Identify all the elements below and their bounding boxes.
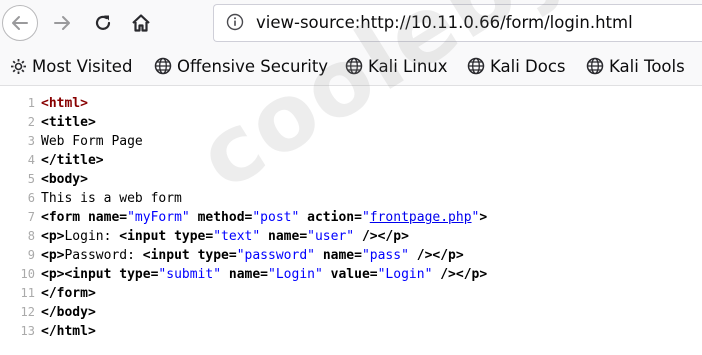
attr-value: "user" [307,229,355,244]
home-button[interactable] [123,5,159,41]
arrow-left-icon [12,16,28,30]
globe-icon [586,57,604,75]
attr-name: name= [87,210,128,225]
line-number: 8 [27,229,35,243]
attr-value: "Login" [268,267,323,282]
bookmark-label: Most Visited [32,56,133,76]
source-line: 13 </html> [0,322,96,341]
line-number: 9 [27,248,35,262]
bookmark-offensive-security[interactable]: Offensive Security [154,55,328,77]
url-text: view-source:http://10.11.0.66/form/login… [256,13,633,32]
form-open-tag: <form [41,210,81,225]
line-number: 13 [20,324,35,338]
source-line: 2 <title> [0,113,96,132]
bookmark-kali-linux[interactable]: Kali Linux [345,55,448,77]
attr-name: name= [268,229,308,244]
source-text: Login: [64,229,120,244]
bookmark-kali-docs[interactable]: Kali Docs [467,55,566,77]
attr-type: type= [174,229,214,244]
source-line: 10 <p><input type="submit" name="Login" v… [0,265,488,284]
source-line: 9 <p>Password: <input type="password" nam… [0,246,464,265]
home-icon [132,14,150,32]
tag-close: /></p> [440,267,488,282]
url-bar[interactable]: view-source:http://10.11.0.66/form/login… [213,4,702,42]
tag-close: /></p> [416,248,464,263]
attr-value: "myForm" [127,210,190,225]
source-line: 4 </title> [0,151,104,170]
bookmark-kali-tools[interactable]: Kali Tools [586,55,685,77]
gear-icon [11,58,26,74]
bookmark-label: Kali Linux [368,56,448,76]
line-number: 3 [27,134,35,148]
p-input-open-tag: <p><input [41,267,112,282]
source-line: 3 Web Form Page [0,132,143,151]
source-text: Password: [64,248,143,263]
line-number: 1 [27,96,35,110]
source-line: 8 <p>Login: <input type="text" name="user… [0,227,409,246]
attr-type: type= [119,267,159,282]
html-open-tag: <html> [41,96,88,111]
line-number: 2 [27,115,35,129]
line-number: 10 [20,267,35,281]
source-view: 1 <html> 2 <title> 3 Web Form Page 4 </title… [0,86,702,355]
line-number: 12 [20,305,35,319]
attr-value: "submit" [158,267,222,282]
info-icon[interactable] [226,13,244,31]
title-open-tag: <title> [41,115,96,130]
quote: " [361,210,370,225]
globe-icon [345,57,363,75]
globe-icon [467,57,485,75]
action-link[interactable]: frontpage.php [370,210,472,225]
tag-close: > [479,210,488,225]
line-number: 11 [20,286,35,300]
source-line: 1 <html> [0,94,88,113]
form-close-tag: </form> [41,286,96,301]
title-close-tag: </title> [41,153,104,168]
bookmark-label: Kali Docs [490,56,566,76]
body-open-tag: <body> [41,172,88,187]
p-open-tag: <p> [41,229,65,244]
attr-value: "pass" [361,248,409,263]
attr-value: "password" [236,248,315,263]
line-number: 5 [27,172,35,186]
attr-value: "text" [213,229,261,244]
source-text: This is a web form [41,191,182,206]
p-open-tag: <p> [41,248,65,263]
source-line: 6 This is a web form [0,189,182,208]
bookmark-label: Kali Tools [609,56,685,76]
attr-type: type= [197,248,237,263]
attr-name: name= [322,248,362,263]
globe-icon [154,57,172,75]
body-close-tag: </body> [41,305,96,320]
reload-icon [95,15,111,30]
input-open-tag: <input [142,248,190,263]
line-number: 6 [27,191,35,205]
bookmarks-toolbar: Most Visited Offensive Security Kali Lin… [0,46,702,86]
source-line: 12 </body> [0,303,96,322]
source-line: 5 <body> [0,170,88,189]
bookmark-most-visited[interactable]: Most Visited [10,55,132,77]
attr-action: action= [307,210,362,225]
line-number: 7 [27,210,35,224]
forward-button[interactable] [44,5,80,41]
back-button[interactable] [2,5,38,41]
bookmark-label: Offensive Security [177,56,329,76]
input-open-tag: <input [119,229,167,244]
source-line: 11 </form> [0,284,96,303]
attr-value: "post" [252,210,300,225]
navigation-toolbar: view-source:http://10.11.0.66/form/login… [0,0,702,46]
attr-value: "Login" [377,267,433,282]
attr-method: method= [197,210,253,225]
attr-name: name= [228,267,269,282]
arrow-right-icon [54,16,70,30]
tag-close: /></p> [361,229,409,244]
source-line: 7 <form name="myForm" method="post" actio… [0,208,487,227]
attr-value-name: value= [330,267,378,282]
line-number: 4 [27,153,35,167]
reload-button[interactable] [85,5,121,41]
source-text: Web Form Page [41,134,143,149]
html-close-tag: </html> [41,324,96,339]
